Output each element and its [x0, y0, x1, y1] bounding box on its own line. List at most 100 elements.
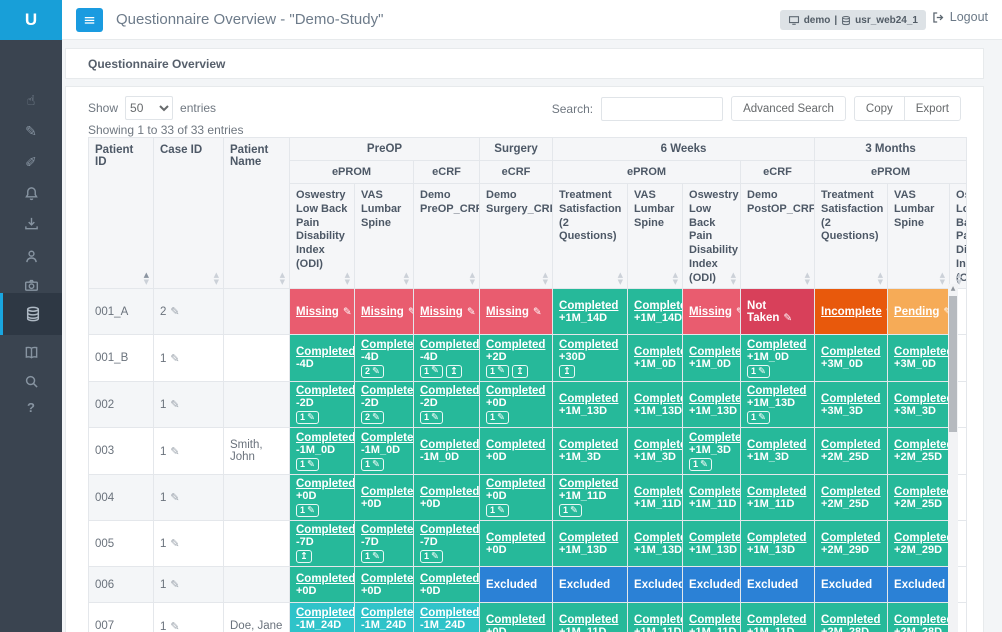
status-cell[interactable]: Completed-7D1✎: [355, 521, 414, 567]
status-link[interactable]: Completed: [559, 439, 618, 451]
status-link[interactable]: Completed: [361, 573, 414, 585]
questionnaire-column-header[interactable]: VAS Lumbar Spine▲▼: [888, 184, 950, 289]
entry-count-badge[interactable]: 1✎: [296, 504, 319, 517]
status-cell[interactable]: Completed-1M_0D: [414, 428, 480, 475]
sort-icon[interactable]: ▲▼: [878, 272, 883, 285]
entry-count-badge[interactable]: 1✎: [296, 458, 319, 471]
status-cell[interactable]: Completed+1M_11D: [683, 475, 741, 521]
status-cell[interactable]: Completed+1M_11D: [741, 603, 815, 632]
status-link[interactable]: Excluded: [634, 579, 683, 591]
status-link[interactable]: Completed: [361, 607, 414, 619]
status-cell[interactable]: Missing✎: [414, 289, 480, 335]
column-header-case-id[interactable]: Case ID▲▼: [154, 138, 224, 289]
status-cell[interactable]: Excluded: [888, 567, 950, 603]
status-cell[interactable]: Excluded: [480, 567, 553, 603]
status-cell[interactable]: Completed+1M_3D: [628, 428, 683, 475]
status-cell[interactable]: Completed+1M_11D: [628, 603, 683, 632]
status-link[interactable]: Completed: [634, 439, 683, 451]
status-cell[interactable]: Completed+0D: [355, 567, 414, 603]
entry-count-badge[interactable]: 1✎: [361, 458, 384, 471]
status-link[interactable]: Completed: [420, 385, 479, 397]
status-link[interactable]: Completed: [689, 346, 741, 358]
sidebar-item-user-admin[interactable]: [0, 241, 62, 271]
edit-case-icon[interactable]: ✎: [170, 620, 179, 632]
status-link[interactable]: Completed: [361, 432, 414, 444]
status-link[interactable]: Completed: [486, 532, 545, 544]
status-link[interactable]: Completed: [361, 339, 414, 351]
entry-count-badge[interactable]: 1✎: [420, 365, 443, 378]
status-link[interactable]: Completed: [634, 532, 683, 544]
status-link[interactable]: Completed: [747, 614, 806, 626]
sidebar-item-download[interactable]: [0, 208, 62, 238]
status-cell[interactable]: Completed-1M_24D⌛: [290, 603, 355, 632]
sidebar-item-pen[interactable]: ✐: [0, 148, 62, 178]
status-link[interactable]: Completed: [894, 346, 950, 358]
status-cell[interactable]: Incomplete✎: [815, 289, 888, 335]
status-cell[interactable]: Completed+2D1✎↥: [480, 335, 553, 382]
page-size-select[interactable]: 50: [125, 96, 173, 120]
questionnaire-column-header[interactable]: Demo PreOP_CRF▲▼: [414, 184, 480, 289]
edit-status-icon[interactable]: ✎: [783, 312, 792, 324]
status-cell[interactable]: Completed+2M_28D: [888, 603, 950, 632]
status-link[interactable]: Missing: [296, 306, 339, 318]
edit-status-icon[interactable]: ✎: [467, 306, 476, 318]
status-cell[interactable]: Completed+1M_11D: [741, 475, 815, 521]
edit-case-icon[interactable]: ✎: [170, 445, 179, 458]
status-link[interactable]: Missing: [689, 306, 732, 318]
sidebar-item-notifications[interactable]: [0, 178, 62, 208]
status-cell[interactable]: Missing✎: [480, 289, 553, 335]
edit-case-icon[interactable]: ✎: [170, 398, 179, 411]
entry-count-badge[interactable]: 1✎: [296, 411, 319, 424]
edit-case-icon[interactable]: ✎: [170, 491, 179, 504]
sidebar-item-book[interactable]: [0, 337, 62, 367]
status-cell[interactable]: Completed+0D: [414, 475, 480, 521]
edit-status-icon[interactable]: ✎: [736, 306, 741, 318]
status-link[interactable]: Completed: [420, 524, 479, 536]
status-cell[interactable]: Completed+1M_13D: [628, 521, 683, 567]
status-cell[interactable]: Completed-1M_0D1✎: [355, 428, 414, 475]
sort-icon[interactable]: ▲▼: [404, 272, 409, 285]
sort-icon[interactable]: ▲▼: [345, 272, 350, 285]
status-cell[interactable]: Completed+2M_25D: [888, 475, 950, 521]
sidebar-item-hand-pointer[interactable]: ☝: [0, 86, 62, 116]
status-cell[interactable]: Completed+0D1✎: [290, 475, 355, 521]
status-cell[interactable]: Completed-4D: [290, 335, 355, 382]
status-cell[interactable]: Completed+1M_14D: [553, 289, 628, 335]
status-link[interactable]: Completed: [559, 300, 618, 312]
edit-status-icon[interactable]: ✎: [533, 306, 542, 318]
questionnaire-column-header[interactable]: VAS Lumbar Spine▲▼: [355, 184, 414, 289]
status-link[interactable]: Completed: [559, 614, 618, 626]
sidebar-item-database[interactable]: [0, 293, 62, 335]
status-cell[interactable]: Completed+0D: [480, 521, 553, 567]
questionnaire-column-header[interactable]: Oswestry Low Back Pain Disability Index …: [290, 184, 355, 289]
status-cell[interactable]: Completed+3M_3D: [888, 382, 950, 428]
status-cell[interactable]: Completed+1M_3D: [553, 428, 628, 475]
status-link[interactable]: Completed: [821, 486, 880, 498]
entry-count-badge[interactable]: 1✎: [747, 411, 770, 424]
questionnaire-column-header[interactable]: Treatment Satisfaction (2 Questions)▲▼: [553, 184, 628, 289]
status-cell[interactable]: Completed+1M_13D: [741, 521, 815, 567]
status-cell[interactable]: Missing✎: [290, 289, 355, 335]
status-link[interactable]: Completed: [486, 439, 545, 451]
status-cell[interactable]: Completed+0D: [355, 475, 414, 521]
status-link[interactable]: Completed: [634, 486, 683, 498]
status-link[interactable]: Completed: [486, 339, 545, 351]
status-cell[interactable]: Pending✎: [888, 289, 950, 335]
entry-count-badge[interactable]: 1✎: [689, 458, 712, 471]
status-cell[interactable]: Completed+1M_0D: [628, 335, 683, 382]
sort-icon[interactable]: ▲▼: [731, 272, 736, 285]
status-link[interactable]: Completed: [361, 486, 414, 498]
status-link[interactable]: Completed: [420, 486, 479, 498]
entry-count-badge[interactable]: 1✎: [486, 411, 509, 424]
status-cell[interactable]: Completed+2M_29D: [815, 521, 888, 567]
status-cell[interactable]: Completed+30D↥: [553, 335, 628, 382]
questionnaire-column-header[interactable]: Oswestry Low Back Pain Disability Index …: [683, 184, 741, 289]
sort-icon[interactable]: ▲▼: [214, 272, 219, 285]
status-link[interactable]: Completed: [894, 532, 950, 544]
entry-count-badge[interactable]: 2✎: [361, 411, 384, 424]
status-cell[interactable]: Completed+2M_25D: [815, 428, 888, 475]
status-link[interactable]: Completed: [420, 573, 479, 585]
status-link[interactable]: Completed: [559, 532, 618, 544]
status-link[interactable]: Completed: [894, 439, 950, 451]
status-cell[interactable]: Completed-7D↥: [290, 521, 355, 567]
